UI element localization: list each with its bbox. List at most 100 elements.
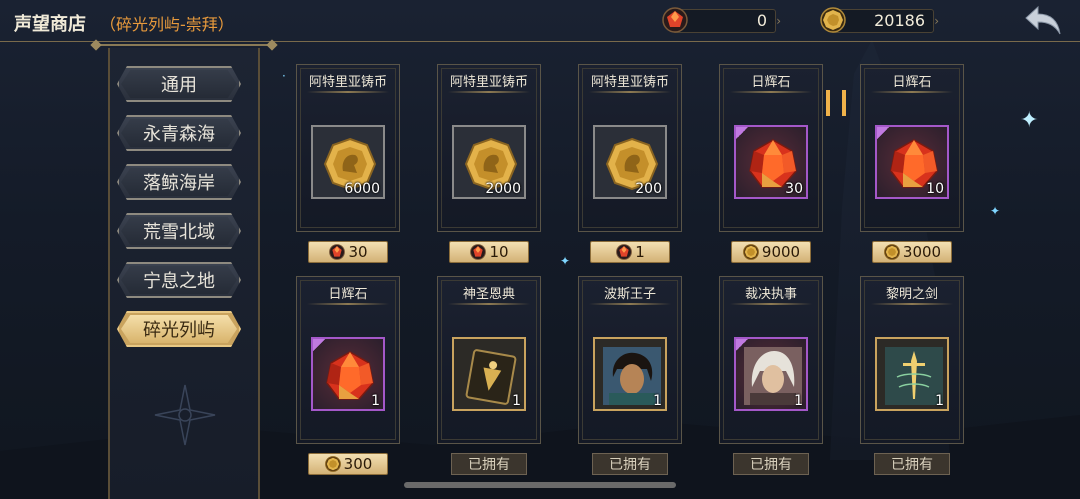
chevron-right-icon: ›: [776, 14, 781, 28]
item-name-divider: [448, 91, 530, 93]
item-icon-frame: 1: [734, 337, 808, 411]
buy-price-button[interactable]: 9000: [731, 241, 811, 263]
buy-price-button[interactable]: 300: [308, 453, 388, 475]
price-value: 1: [635, 243, 645, 261]
page-subtitle: （碎光列屿-崇拜）: [100, 15, 234, 34]
tower-window: [842, 90, 846, 116]
chevron-right-icon: ›: [934, 14, 939, 28]
page-title: 声望商店: [14, 14, 86, 35]
item-name-divider: [871, 91, 953, 93]
horizontal-scrollbar[interactable]: [404, 482, 676, 488]
star-icon: ✦: [560, 254, 571, 268]
item-icon-frame: 1: [452, 337, 526, 411]
tower-window: [826, 90, 830, 116]
item-name-divider: [448, 303, 530, 305]
item-name-divider: [730, 303, 812, 305]
shop-item-card[interactable]: 裁决执事 1: [719, 276, 823, 444]
item-quantity: 10: [926, 181, 944, 197]
red-gem-icon: [616, 244, 633, 260]
item-quantity: 30: [785, 181, 803, 197]
shop-item-card[interactable]: 阿特里亚铸币 6000: [296, 64, 400, 232]
item-name: 阿特里亚铸币: [308, 75, 387, 90]
price-value: 9000: [761, 243, 801, 261]
star-icon: ·: [282, 69, 286, 83]
item-name-divider: [589, 91, 671, 93]
item-icon-frame: 1: [593, 337, 667, 411]
nav-item-label: 宁息之地: [143, 271, 215, 292]
item-name: 裁决执事: [744, 287, 797, 302]
item-icon-frame: 200: [593, 125, 667, 199]
price-value: 300: [343, 455, 373, 473]
nav-item-label: 碎光列屿: [143, 320, 215, 341]
item-quantity: 1: [653, 393, 662, 409]
buy-price-button[interactable]: 1: [590, 241, 670, 263]
item-icon-frame: 1: [311, 337, 385, 411]
shop-item-card[interactable]: 黎明之剑 1: [860, 276, 964, 444]
nav-item-4[interactable]: 宁息之地: [117, 262, 241, 298]
gold-coin-icon: [820, 7, 846, 33]
item-name: 黎明之剑: [885, 287, 938, 302]
buy-price-button[interactable]: 30: [308, 241, 388, 263]
price-value: 30: [348, 243, 368, 261]
shop-item-card[interactable]: 阿特里亚铸币 2000: [437, 64, 541, 232]
item-name: 神圣恩典: [462, 287, 515, 302]
nav-item-label: 通用: [161, 75, 197, 96]
back-arrow-icon: [1025, 5, 1061, 35]
compass-ornament-icon: [154, 384, 216, 446]
owned-badge: 已拥有: [451, 453, 527, 475]
item-quantity: 200: [635, 181, 662, 197]
item-icon-frame: 1: [875, 337, 949, 411]
nav-item-label: 荒雪北域: [143, 222, 215, 243]
star-icon: ✦: [1020, 108, 1039, 133]
red-gem-icon: [470, 244, 487, 260]
price-value: 3000: [902, 243, 942, 261]
owned-badge: 已拥有: [592, 453, 668, 475]
item-name-divider: [307, 91, 389, 93]
nav-item-5[interactable]: 碎光列屿: [117, 311, 241, 347]
item-quantity: 1: [935, 393, 944, 409]
shop-item-card[interactable]: 日辉石 30: [719, 64, 823, 232]
item-name-divider: [730, 91, 812, 93]
back-button[interactable]: [1022, 4, 1064, 38]
item-icon-frame: 6000: [311, 125, 385, 199]
gold-coin-small-icon: [742, 244, 759, 260]
nav-item-3[interactable]: 荒雪北域: [117, 213, 241, 249]
nav-item-2[interactable]: 落鲸海岸: [117, 164, 241, 200]
currency-gold-value: 20186: [874, 11, 925, 30]
item-quantity: 2000: [485, 181, 521, 197]
currency-gold-coin[interactable]: 20186 ›: [820, 7, 939, 33]
item-name: 日辉石: [328, 287, 368, 302]
shop-item-card[interactable]: 日辉石 10: [860, 64, 964, 232]
item-quantity: 1: [794, 393, 803, 409]
shop-item-card[interactable]: 神圣恩典 1: [437, 276, 541, 444]
nav-item-1[interactable]: 永青森海: [117, 115, 241, 151]
item-icon-frame: 30: [734, 125, 808, 199]
shop-item-card[interactable]: 日辉石 1: [296, 276, 400, 444]
item-name: 阿特里亚铸币: [449, 75, 528, 90]
nav-item-label: 永青森海: [143, 124, 215, 145]
buy-price-button[interactable]: 10: [449, 241, 529, 263]
item-quantity: 1: [371, 393, 380, 409]
nav-item-label: 落鲸海岸: [143, 173, 215, 194]
star-icon: ✦: [990, 204, 1001, 218]
gold-coin-small-icon: [883, 244, 900, 260]
item-name: 日辉石: [751, 75, 791, 90]
buy-price-button[interactable]: 3000: [872, 241, 952, 263]
item-icon-frame: 10: [875, 125, 949, 199]
top-bar: 声望商店 （碎光列屿-崇拜） 0 › 20186 ›: [0, 0, 1080, 42]
red-gem-icon: [329, 244, 346, 260]
currency-red-value: 0: [756, 11, 767, 30]
shop-item-card[interactable]: 阿特里亚铸币 200: [578, 64, 682, 232]
item-name: 阿特里亚铸币: [590, 75, 669, 90]
nav-item-0[interactable]: 通用: [117, 66, 241, 102]
item-name: 波斯王子: [603, 287, 656, 302]
owned-badge: 已拥有: [733, 453, 809, 475]
item-quantity: 6000: [344, 181, 380, 197]
owned-badge: 已拥有: [874, 453, 950, 475]
shop-item-card[interactable]: 波斯王子 1: [578, 276, 682, 444]
red-gem-icon: [662, 7, 688, 33]
currency-red-gem[interactable]: 0 ›: [662, 7, 781, 33]
gold-coin-small-icon: [324, 456, 341, 472]
price-value: 10: [489, 243, 509, 261]
item-quantity: 1: [512, 393, 521, 409]
